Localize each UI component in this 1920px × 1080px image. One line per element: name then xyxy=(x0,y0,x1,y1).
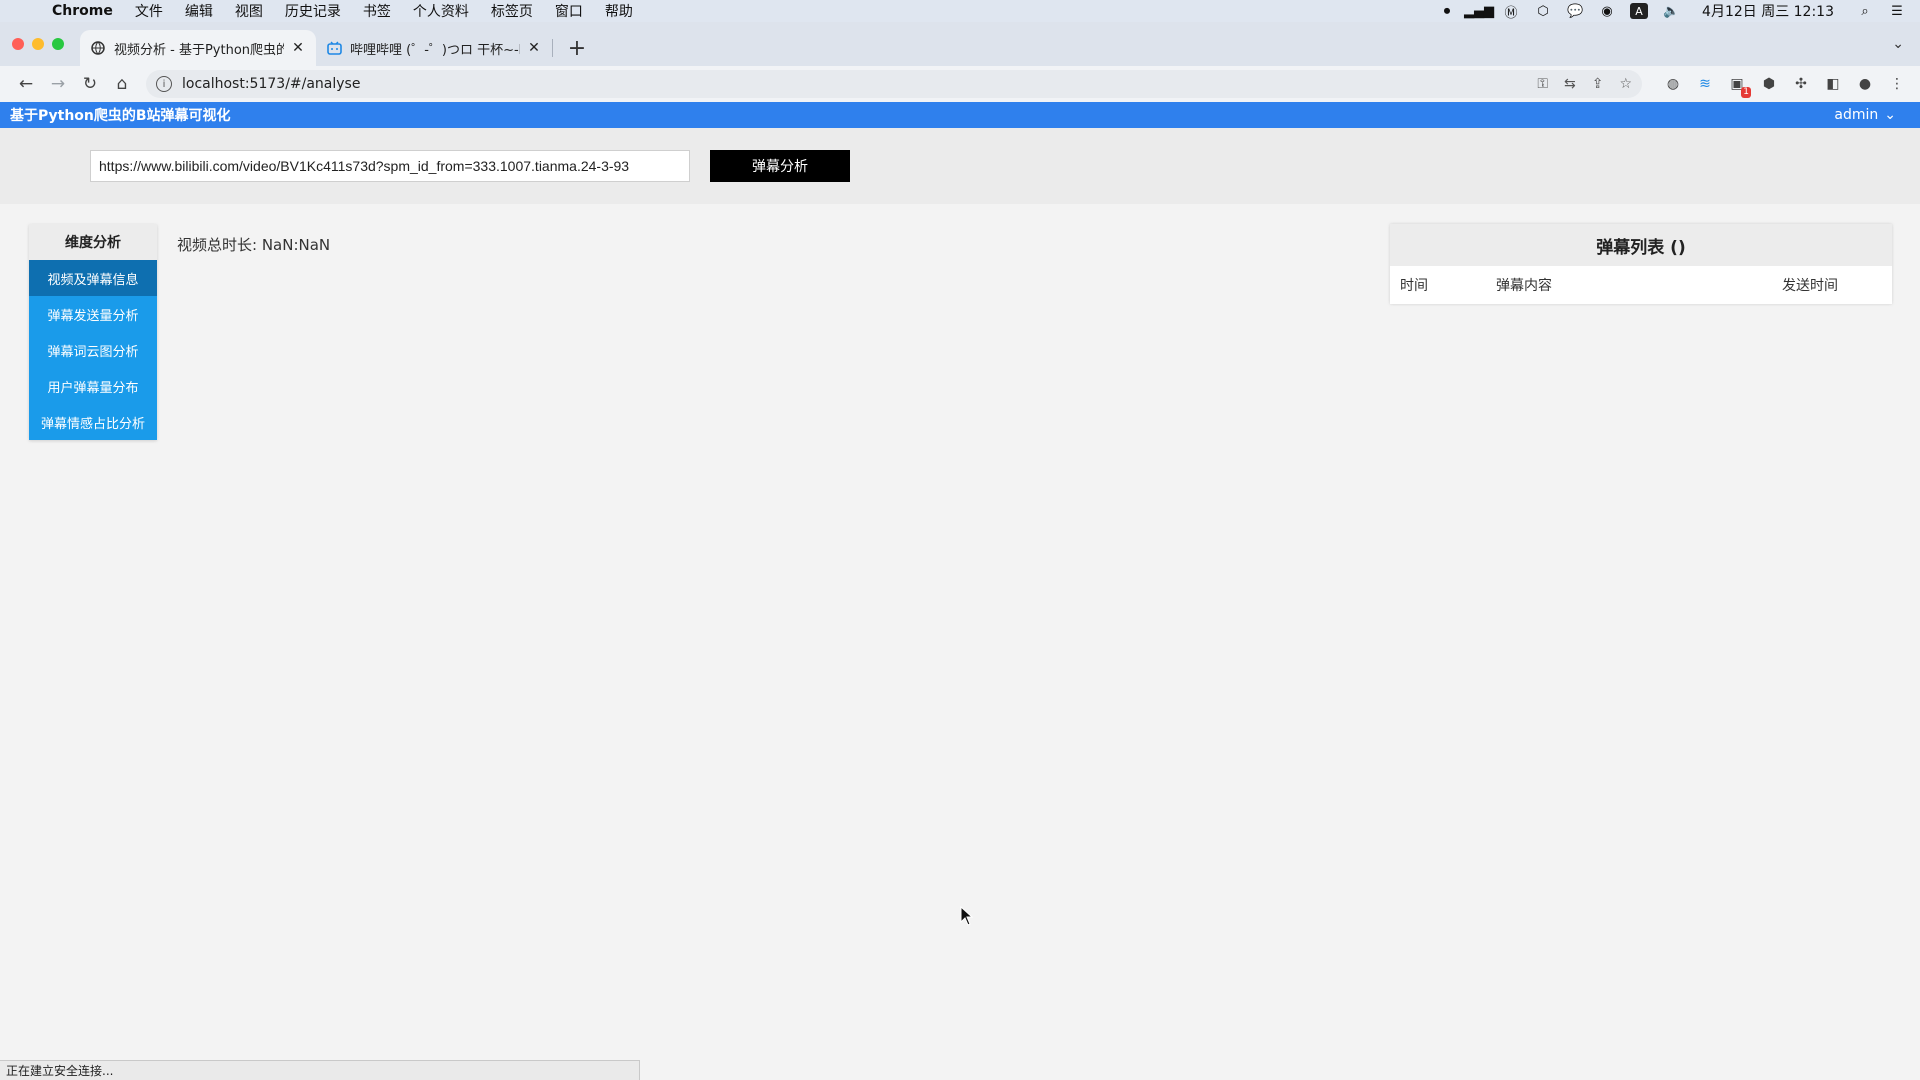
forward-button[interactable]: → xyxy=(44,70,72,98)
back-button[interactable]: ← xyxy=(12,70,40,98)
user-name: admin xyxy=(1834,107,1879,123)
chrome-tabstrip: 视频分析 - 基于Python爬虫的B站 ✕ 哔哩哔哩 (゜-゜)つロ 干杯~-… xyxy=(0,22,1920,66)
key-icon[interactable]: ⚿ xyxy=(1537,76,1548,92)
wechat-icon[interactable]: ◉ xyxy=(1598,3,1616,19)
chat-bubble-icon[interactable]: 💬 xyxy=(1566,3,1584,19)
window-controls xyxy=(12,38,64,50)
menubar-item-tabs[interactable]: 标签页 xyxy=(491,1,533,21)
analyse-button[interactable]: 弹幕分析 xyxy=(710,150,850,182)
reload-button[interactable]: ↻ xyxy=(76,70,104,98)
info-icon[interactable]: i xyxy=(156,76,172,92)
m-app-icon[interactable]: Ⓜ xyxy=(1502,3,1520,21)
danmu-list-title: 弹幕列表 () xyxy=(1390,224,1892,266)
menubar-item-history[interactable]: 历史记录 xyxy=(285,1,341,21)
tab-bilibili[interactable]: 哔哩哔哩 (゜-゜)つロ 干杯~-bili ✕ xyxy=(316,30,552,66)
tab-title: 哔哩哔哩 (゜-゜)つロ 干杯~-bili xyxy=(350,42,520,58)
column-sent-time: 发送时间 xyxy=(1782,278,1838,294)
close-icon[interactable]: ✕ xyxy=(290,40,306,56)
video-url-input[interactable] xyxy=(90,150,690,182)
menu-item-wordcloud[interactable]: 弹幕词云图分析 xyxy=(29,332,157,368)
translate-icon[interactable]: ⇆ xyxy=(1564,76,1576,92)
menu-item-send-volume[interactable]: 弹幕发送量分析 xyxy=(29,296,157,332)
menu-title: 维度分析 xyxy=(29,224,157,260)
danmu-table-header: 时间 弹幕内容 发送时间 xyxy=(1390,266,1892,304)
home-button[interactable]: ⌂ xyxy=(108,70,136,98)
menubar-item-view[interactable]: 视图 xyxy=(235,1,263,21)
address-url[interactable]: localhost:5173/#/analyse xyxy=(182,76,1521,92)
record-icon[interactable]: ⏺ xyxy=(1438,3,1456,19)
close-icon[interactable]: ✕ xyxy=(526,40,542,56)
notification-badge: 1 xyxy=(1741,87,1751,98)
tab-title: 视频分析 - 基于Python爬虫的B站 xyxy=(114,42,284,58)
volume-icon[interactable]: 🔈 xyxy=(1662,3,1680,19)
puzzle-icon[interactable]: ✣ xyxy=(1790,73,1812,95)
video-duration: 视频总时长: NaN:NaN xyxy=(177,236,331,254)
new-tab-button[interactable]: + xyxy=(563,30,591,66)
menubar-item-window[interactable]: 窗口 xyxy=(555,1,583,21)
address-bar[interactable]: i localhost:5173/#/analyse ⚿ ⇆ ⇪ ☆ xyxy=(146,70,1642,98)
user-menu[interactable]: admin ⌄ xyxy=(1834,107,1896,123)
globe-icon xyxy=(90,40,106,56)
dimension-menu: 维度分析 视频及弹幕信息 弹幕发送量分析 弹幕词云图分析 用户弹幕量分布 弹幕情… xyxy=(29,224,157,440)
signal-icon[interactable]: ▂▄▆ xyxy=(1464,3,1494,19)
chevron-down-icon[interactable]: ⌄ xyxy=(1892,36,1904,52)
menubar-item-bookmarks[interactable]: 书签 xyxy=(363,1,391,21)
menubar-tray: ⏺ ▂▄▆ Ⓜ ⬡ 💬 ◉ A 🔈 4月12日 周三 12:13 ⌕ ☰ xyxy=(1438,1,1906,21)
extension-layers-icon[interactable]: ≋ xyxy=(1694,73,1716,95)
control-center-icon[interactable]: ☰ xyxy=(1888,3,1906,19)
menu-item-sentiment[interactable]: 弹幕情感占比分析 xyxy=(29,404,157,440)
zoom-window-button[interactable] xyxy=(52,38,64,50)
danmu-list-panel: 弹幕列表 () 时间 弹幕内容 发送时间 xyxy=(1390,224,1892,304)
menubar-item-edit[interactable]: 编辑 xyxy=(185,1,213,21)
tab-separator xyxy=(552,39,553,57)
status-bar: 正在建立安全连接... xyxy=(0,1060,640,1080)
bilibili-icon xyxy=(326,40,342,56)
share-icon[interactable]: ⇪ xyxy=(1592,76,1604,92)
menubar-clock[interactable]: 4月12日 周三 12:13 xyxy=(1702,1,1834,21)
star-icon[interactable]: ☆ xyxy=(1619,76,1632,92)
input-method-icon[interactable]: A xyxy=(1630,3,1649,19)
column-content: 弹幕内容 xyxy=(1496,278,1552,294)
side-panel-icon[interactable]: ◧ xyxy=(1822,73,1844,95)
profile-icon[interactable]: ● xyxy=(1854,73,1876,95)
column-time: 时间 xyxy=(1400,278,1428,294)
mouse-cursor-icon xyxy=(960,906,974,926)
chevron-down-icon: ⌄ xyxy=(1884,107,1896,123)
menu-item-video-info[interactable]: 视频及弹幕信息 xyxy=(29,260,157,296)
app-header: 基于Python爬虫的B站弹幕可视化 admin ⌄ xyxy=(0,102,1920,128)
vpn-icon[interactable]: ⬡ xyxy=(1534,3,1552,19)
web-page: 基于Python爬虫的B站弹幕可视化 admin ⌄ 弹幕分析 维度分析 视频及… xyxy=(0,102,1920,1060)
search-area: 弹幕分析 xyxy=(0,128,1920,204)
menubar-app-name[interactable]: Chrome xyxy=(52,3,113,19)
menu-item-user-distribution[interactable]: 用户弹幕量分布 xyxy=(29,368,157,404)
content-area: 维度分析 视频及弹幕信息 弹幕发送量分析 弹幕词云图分析 用户弹幕量分布 弹幕情… xyxy=(0,204,1920,1060)
more-icon[interactable]: ⋮ xyxy=(1886,73,1908,95)
search-icon[interactable]: ⌕ xyxy=(1856,3,1874,19)
extension-notify-icon[interactable]: ▣ 1 xyxy=(1726,73,1751,98)
extension-avatar-icon[interactable]: ◍ xyxy=(1662,73,1684,95)
close-window-button[interactable] xyxy=(12,38,24,50)
app-title: 基于Python爬虫的B站弹幕可视化 xyxy=(10,108,231,124)
tab-analyse[interactable]: 视频分析 - 基于Python爬虫的B站 ✕ xyxy=(80,30,316,66)
minimize-window-button[interactable] xyxy=(32,38,44,50)
menubar-item-profile[interactable]: 个人资料 xyxy=(413,1,469,21)
mac-menubar: Chrome 文件 编辑 视图 历史记录 书签 个人资料 标签页 窗口 帮助 ⏺… xyxy=(0,0,1920,22)
menubar-item-help[interactable]: 帮助 xyxy=(605,1,633,21)
chrome-toolbar: ← → ↻ ⌂ i localhost:5173/#/analyse ⚿ ⇆ ⇪… xyxy=(0,66,1920,102)
menubar-item-file[interactable]: 文件 xyxy=(135,1,163,21)
extension-hex-icon[interactable]: ⬢ xyxy=(1758,73,1780,95)
